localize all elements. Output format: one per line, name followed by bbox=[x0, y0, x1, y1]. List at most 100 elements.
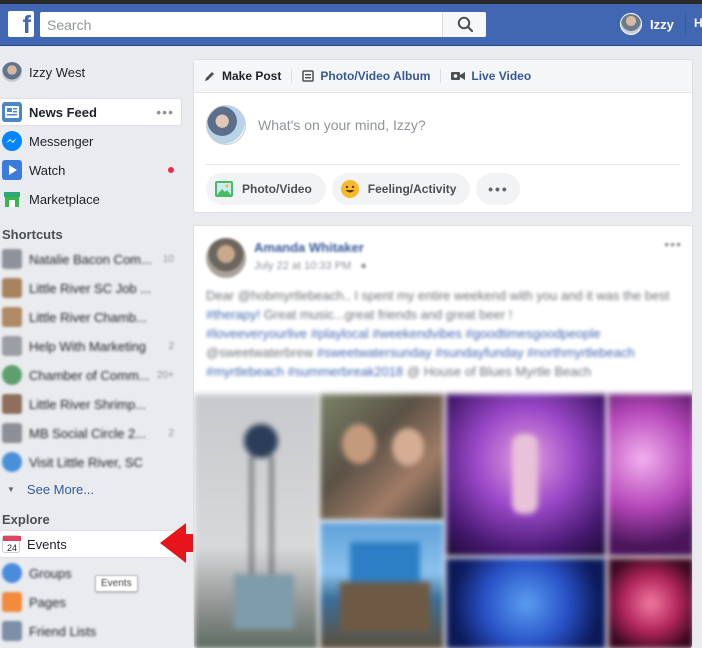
tab-make-post[interactable]: Make Post bbox=[204, 69, 293, 83]
friend-lists-icon bbox=[2, 621, 22, 641]
hashtag-link[interactable]: #sweetwatersunday #sundayfunday #northmy… bbox=[317, 345, 635, 360]
sidebar-item-label: Events bbox=[27, 536, 67, 552]
post-photo[interactable] bbox=[320, 394, 444, 520]
see-more-link[interactable]: ▼ See More... bbox=[0, 475, 182, 503]
sidebar-item-label: Visit Little River, SC bbox=[29, 454, 143, 470]
tab-photo-video-album[interactable]: Photo/Video Album bbox=[302, 69, 442, 83]
photo-video-button[interactable]: Photo/Video bbox=[206, 173, 326, 205]
divider bbox=[685, 14, 686, 34]
post-photo-grid[interactable] bbox=[194, 394, 692, 648]
tab-label: Live Video bbox=[471, 69, 532, 83]
sidebar-item-news-feed[interactable]: News Feed ••• bbox=[0, 98, 182, 126]
hashtag-link[interactable]: #therapy! bbox=[206, 307, 260, 322]
sidebar-item-label: Izzy West bbox=[29, 64, 86, 80]
post-text-segment: @sweetwaterbrew bbox=[206, 345, 317, 360]
news-feed-icon bbox=[2, 102, 22, 122]
sidebar-item-marketplace[interactable]: Marketplace bbox=[0, 185, 182, 213]
profile-link[interactable]: Izzy bbox=[620, 13, 674, 35]
post-photo[interactable] bbox=[194, 394, 318, 648]
avatar bbox=[620, 13, 642, 35]
home-link[interactable]: H bbox=[694, 16, 702, 30]
sidebar-item-shortcut[interactable]: Chamber of Comm... 20+ bbox=[0, 361, 182, 389]
marketplace-icon bbox=[2, 189, 22, 209]
tab-label: Make Post bbox=[222, 69, 282, 83]
sidebar-item-shortcut[interactable]: Natalie Bacon Com... 10 bbox=[0, 245, 182, 273]
post-author[interactable]: Amanda Whitaker bbox=[254, 240, 364, 255]
post-text-segment: @ House of Blues Myrtle Beach bbox=[403, 364, 592, 379]
sidebar-item-label: Watch bbox=[29, 162, 66, 178]
sidebar-item-label: Pages bbox=[29, 594, 66, 610]
button-label: Feeling/Activity bbox=[367, 182, 457, 196]
sidebar-item-profile[interactable]: Izzy West bbox=[0, 58, 182, 86]
see-more-label: See More... bbox=[26, 481, 95, 497]
search-icon bbox=[457, 16, 474, 33]
button-label: Photo/Video bbox=[242, 182, 312, 196]
search-button[interactable] bbox=[442, 12, 486, 37]
post-timestamp[interactable]: July 22 at 10:33 PM ● bbox=[254, 260, 367, 272]
hashtag-link[interactable]: #loveeveryourlive #playlocal #weekendvib… bbox=[206, 326, 601, 341]
events-tooltip: Events bbox=[95, 575, 138, 592]
explore-header: Explore bbox=[2, 512, 50, 527]
shortcut-avatar bbox=[2, 307, 22, 327]
sidebar-item-shortcut[interactable]: MB Social Circle 2... 2 bbox=[0, 419, 182, 447]
post-photo[interactable] bbox=[446, 558, 606, 648]
shortcut-avatar bbox=[2, 278, 22, 298]
sidebar-item-shortcut[interactable]: Little River Chamb... bbox=[0, 303, 182, 331]
avatar bbox=[2, 62, 22, 82]
sidebar-item-label: News Feed bbox=[29, 104, 97, 120]
smiley-icon bbox=[340, 180, 359, 198]
shortcut-avatar bbox=[2, 394, 22, 414]
sidebar-item-groups[interactable]: Groups bbox=[0, 559, 182, 587]
watch-icon bbox=[2, 160, 22, 180]
sidebar-item-label: Little River SC Job ... bbox=[29, 280, 152, 296]
post-photo[interactable] bbox=[446, 394, 606, 556]
sidebar-item-pages[interactable]: Pages bbox=[0, 588, 182, 616]
composer-tabs: Make Post Photo/Video Album Live Video bbox=[194, 60, 692, 93]
tab-live-video[interactable]: Live Video bbox=[451, 69, 541, 83]
sidebar-item-label: Messenger bbox=[29, 133, 94, 149]
audience-icon: ● bbox=[360, 260, 367, 272]
facebook-logo[interactable]: f bbox=[8, 11, 34, 39]
shortcut-avatar bbox=[2, 365, 22, 385]
sidebar-item-shortcut[interactable]: Visit Little River, SC bbox=[0, 448, 182, 476]
post-photo[interactable] bbox=[320, 522, 444, 648]
sidebar-item-watch[interactable]: Watch bbox=[0, 156, 182, 184]
shortcut-count: 20+ bbox=[157, 370, 174, 381]
avatar bbox=[206, 105, 246, 145]
sidebar-item-label: Chamber of Comm... bbox=[29, 367, 150, 383]
feeling-activity-button[interactable]: Feeling/Activity bbox=[331, 173, 471, 205]
search-input[interactable] bbox=[40, 12, 440, 37]
hashtag-link[interactable]: #myrtlebeach #summerbreak2018 bbox=[206, 364, 403, 379]
composer-actions: Photo/Video Feeling/Activity ••• bbox=[206, 173, 521, 205]
post-options-icon[interactable]: ••• bbox=[664, 236, 682, 252]
composer-placeholder[interactable]: What's on your mind, Izzy? bbox=[258, 117, 426, 133]
more-options-icon[interactable]: ••• bbox=[156, 104, 174, 120]
post-text-segment: Great music...great friends and great be… bbox=[260, 307, 513, 322]
svg-text:24: 24 bbox=[7, 543, 17, 553]
notification-dot bbox=[168, 167, 174, 173]
post-photo[interactable] bbox=[608, 394, 692, 556]
sidebar-item-label: Natalie Bacon Com... bbox=[29, 251, 152, 267]
profile-name: Izzy bbox=[650, 16, 674, 32]
composer-body[interactable]: What's on your mind, Izzy? bbox=[206, 93, 680, 165]
sidebar-item-shortcut[interactable]: Little River Shrimp... bbox=[0, 390, 182, 418]
photo-icon bbox=[215, 181, 233, 197]
post-photo[interactable] bbox=[608, 558, 692, 648]
sidebar-item-messenger[interactable]: Messenger bbox=[0, 127, 182, 155]
photo-album-icon bbox=[302, 70, 315, 82]
more-options-button[interactable]: ••• bbox=[476, 173, 521, 205]
messenger-icon bbox=[2, 131, 22, 151]
sidebar-item-label: Help With Marketing bbox=[29, 338, 147, 354]
post-text-segment: Dear @hobmyrtlebeach.. I spent my entire… bbox=[206, 288, 670, 303]
avatar[interactable] bbox=[206, 238, 246, 278]
tab-label: Photo/Video Album bbox=[320, 69, 431, 83]
sidebar-item-label: Marketplace bbox=[29, 191, 100, 207]
sidebar-item-friend-lists[interactable]: Friend Lists bbox=[0, 617, 182, 645]
search-box bbox=[40, 12, 486, 37]
sidebar-item-shortcut[interactable]: Little River SC Job ... bbox=[0, 274, 182, 302]
shortcut-count: 2 bbox=[168, 428, 174, 439]
shortcut-avatar bbox=[2, 423, 22, 443]
sidebar-item-shortcut[interactable]: Help With Marketing 2 bbox=[0, 332, 182, 360]
chevron-down-icon: ▼ bbox=[7, 484, 15, 494]
video-camera-icon bbox=[451, 72, 466, 80]
